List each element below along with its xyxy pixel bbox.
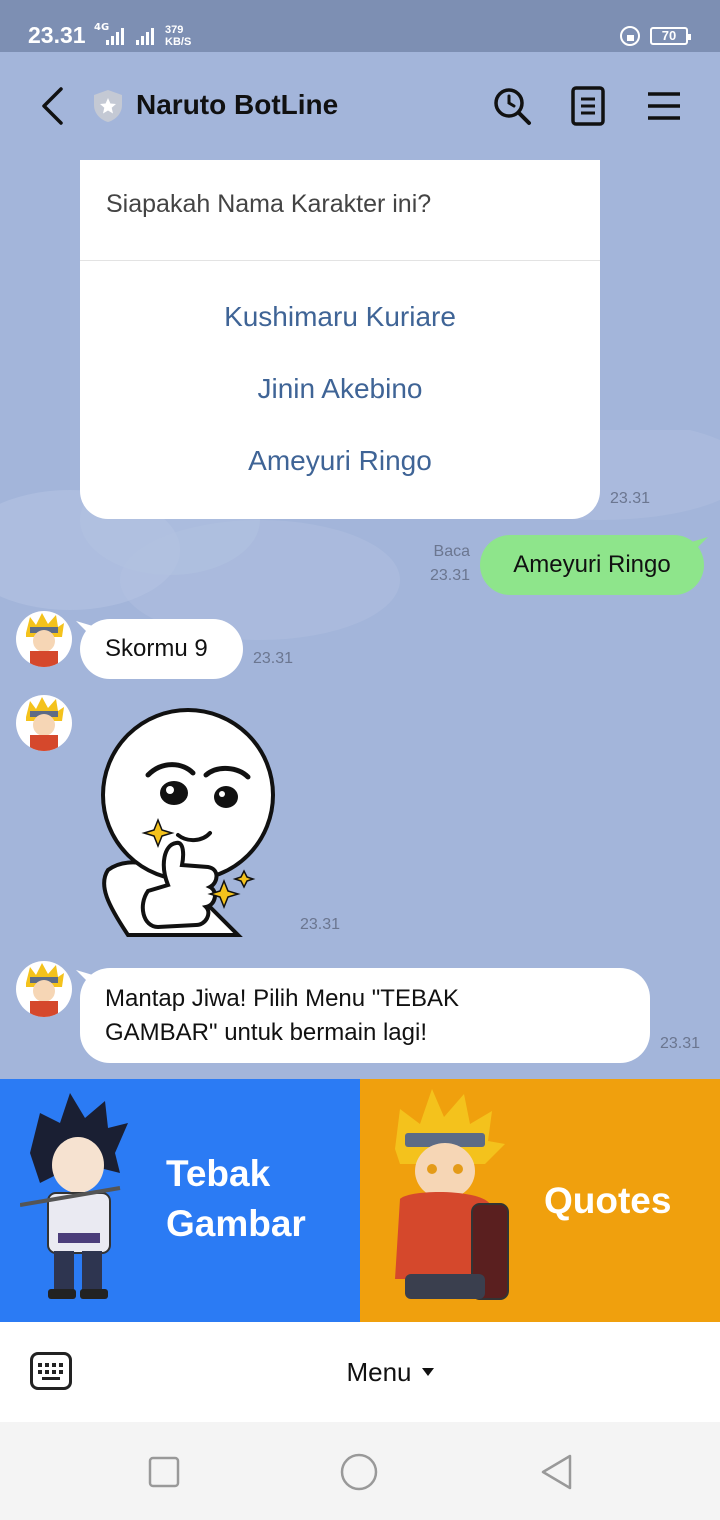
outgoing-message[interactable]: Ameyuri Ringo — [480, 535, 704, 595]
message-time: 23.31 — [300, 916, 341, 933]
battery-level: 70 — [661, 28, 677, 43]
quotes-label: Quotes — [544, 1180, 672, 1221]
incoming-message[interactable]: Skormu 9 — [80, 619, 243, 679]
notes-button[interactable] — [560, 78, 616, 134]
naruto-character-image — [395, 1089, 509, 1300]
notes-icon — [571, 86, 605, 126]
search-icon — [494, 88, 531, 125]
message-text: Skormu 9 — [105, 635, 208, 662]
naruto-avatar-image — [26, 697, 64, 751]
back-button[interactable] — [24, 78, 80, 134]
bot-avatar[interactable] — [16, 695, 72, 751]
keyboard-icon[interactable] — [30, 1352, 72, 1390]
message-time: 23.31 — [429, 567, 470, 584]
shield-star-icon — [94, 90, 122, 122]
status-time: 23.31 — [28, 22, 86, 48]
back-nav-icon[interactable] — [540, 1454, 574, 1490]
read-label: Baca — [433, 543, 470, 560]
home-icon[interactable] — [340, 1453, 378, 1491]
incoming-message[interactable]: Mantap Jiwa! Pilih Menu "TEBAK GAMBAR" u… — [80, 968, 650, 1063]
read-receipt: Baca 23.31 — [420, 540, 470, 588]
message-time: 23.31 — [253, 650, 294, 667]
quotes-button[interactable]: Quotes — [360, 1079, 720, 1322]
chat-title: Naruto BotLine — [136, 89, 339, 120]
hamburger-menu-icon — [648, 92, 680, 120]
bot-avatar[interactable] — [16, 961, 72, 1017]
system-navigation-bar — [0, 1422, 720, 1520]
input-bar: Menu — [0, 1322, 720, 1422]
signal-icon-2 — [136, 28, 154, 45]
menu-toggle-label: Menu — [346, 1356, 412, 1387]
gambar-label-line2: Gambar — [166, 1203, 306, 1244]
naruto-avatar-image — [26, 613, 64, 667]
speed-unit: KB/S — [165, 36, 192, 48]
naruto-avatar-image — [26, 963, 64, 1017]
recent-apps-icon[interactable] — [148, 1456, 180, 1488]
back-arrow-icon — [42, 87, 63, 125]
quiz-option-3[interactable]: Ameyuri Ringo — [80, 445, 600, 477]
tebak-gambar-label: Tebak Gambar — [166, 1149, 306, 1249]
data-speed: 379 KB/S — [165, 24, 191, 48]
signal-icon — [106, 28, 124, 45]
quiz-card: Siapakah Nama Karakter ini? Kushimaru Ku… — [80, 160, 600, 519]
tebak-gambar-button[interactable]: Tebak Gambar — [0, 1079, 360, 1322]
speed-value: 379 — [165, 24, 184, 36]
menu-toggle-button[interactable]: Menu — [320, 1352, 460, 1392]
quiz-question: Siapakah Nama Karakter ini? — [106, 190, 432, 218]
message-text-line2: GAMBAR" untuk bermain lagi! — [105, 1019, 427, 1046]
status-bar: 23.31 4G 379 KB/S 70 — [0, 0, 720, 52]
message-time: 23.31 — [610, 490, 651, 507]
battery-icon: 70 — [650, 27, 691, 45]
message-time: 23.31 — [660, 1035, 701, 1052]
search-button[interactable] — [484, 78, 540, 134]
quiz-divider — [80, 260, 600, 261]
sasuke-character-image — [20, 1093, 128, 1299]
bot-avatar[interactable] — [16, 611, 72, 667]
moon-thumbs-up-sticker[interactable] — [88, 705, 288, 941]
chat-header: Naruto BotLine — [0, 52, 720, 160]
message-text-line1: Mantap Jiwa! Pilih Menu "TEBAK — [105, 985, 459, 1012]
lock-icon — [620, 26, 640, 46]
caret-down-icon — [421, 1368, 434, 1376]
keyboard-keys — [38, 1363, 63, 1380]
message-text: Ameyuri Ringo — [513, 551, 671, 578]
more-menu-button[interactable] — [636, 78, 692, 134]
rich-menu: Tebak Gambar Quotes — [0, 1079, 720, 1322]
quiz-option-2[interactable]: Jinin Akebino — [80, 373, 600, 405]
quiz-option-1[interactable]: Kushimaru Kuriare — [80, 301, 600, 333]
tebak-label-line1: Tebak — [166, 1153, 271, 1194]
